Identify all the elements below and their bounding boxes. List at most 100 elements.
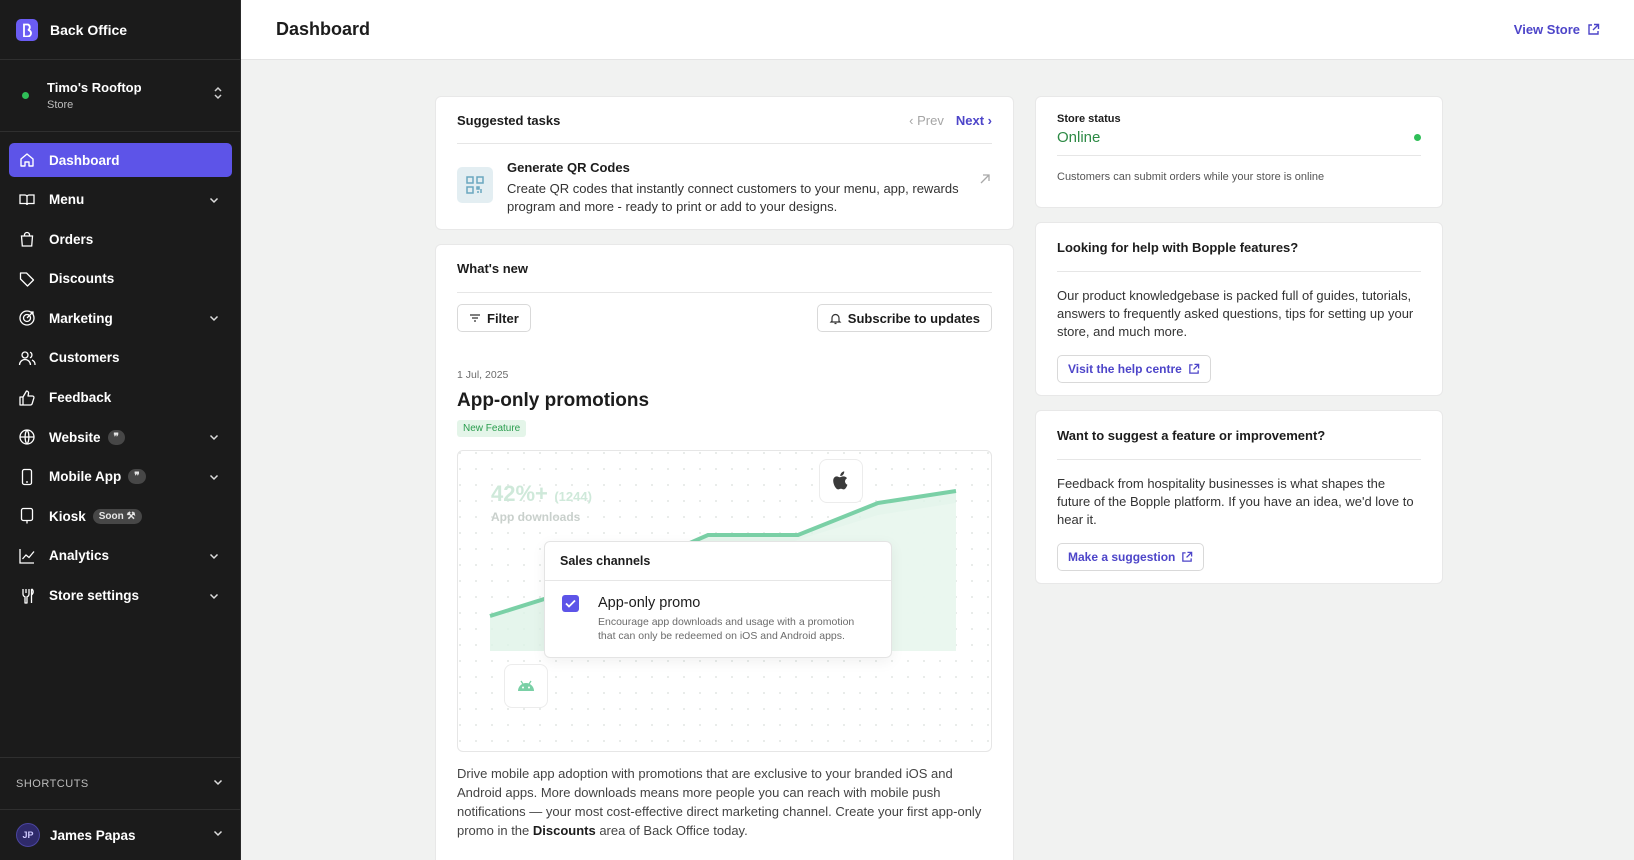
sidebar-item-analytics[interactable]: Analytics: [9, 539, 232, 573]
suggested-tasks-title: Suggested tasks: [457, 112, 561, 128]
tag-icon: [18, 270, 36, 288]
store-online-indicator: [22, 92, 29, 99]
task-item[interactable]: Generate QR Codes Create QR codes that i…: [436, 144, 1013, 216]
store-name: Timo's Rooftop: [47, 80, 142, 95]
suggest-feature-card: Want to suggest a feature or improvement…: [1035, 410, 1443, 584]
sidebar-item-website[interactable]: Website ❞: [9, 420, 232, 454]
sidebar-item-dashboard[interactable]: Dashboard: [9, 143, 232, 177]
shopping-bag-icon: [18, 230, 36, 248]
sidebar-item-label: Feedback: [49, 390, 112, 406]
filter-icon: [470, 314, 480, 322]
apple-icon: [819, 459, 863, 503]
help-title: Looking for help with Bopple features?: [1057, 239, 1299, 255]
filter-label: Filter: [487, 310, 519, 326]
smartphone-icon: [18, 468, 36, 486]
new-feature-badge: New Feature: [457, 420, 527, 437]
sidebar-item-label: Analytics: [49, 548, 110, 564]
main-nav: Dashboard Menu Orders Discounts Marketing Cus…: [0, 132, 240, 613]
sidebar-item-label: Marketing: [49, 310, 113, 326]
top-header: Dashboard View Store: [241, 0, 1634, 60]
sidebar-item-label: Store settings: [49, 588, 140, 604]
option-desc-1: Encourage app downloads and usage with a…: [598, 616, 855, 628]
suggested-tasks-card: Suggested tasks ‹ Prev Next › Generate Q…: [435, 96, 1014, 230]
sidebar-item-badge: ❞: [107, 429, 125, 445]
sidebar-item-marketing[interactable]: Marketing: [9, 301, 232, 335]
sidebar-item-menu[interactable]: Menu: [9, 183, 232, 217]
qr-code-icon: [457, 167, 493, 203]
sidebar-item-mobile-app[interactable]: Mobile App ❞: [9, 460, 232, 494]
view-store-link[interactable]: View Store: [1514, 22, 1600, 37]
chevron-down-icon: [206, 429, 222, 445]
globe-icon: [18, 428, 36, 446]
option-desc-2: that can only be redeemed on iOS and And…: [598, 630, 845, 642]
tablet-icon: [18, 507, 36, 525]
page-title: Dashboard: [276, 19, 371, 39]
user-name: James Papas: [50, 827, 136, 843]
post-body: Drive mobile app adoption with promotion…: [436, 752, 1013, 840]
sidebar-item-label: Discounts: [49, 271, 115, 287]
book-icon: [18, 191, 36, 209]
app-downloads-stat: 42%+ (1244) App downloads: [491, 481, 592, 524]
prev-button[interactable]: ‹ Prev: [909, 113, 944, 128]
bell-icon: [829, 313, 842, 324]
external-link-icon: [1189, 363, 1200, 374]
chevron-up-down-icon: [212, 85, 224, 106]
stat-value: 42%+: [491, 481, 548, 506]
stat-sub: (1244): [554, 489, 592, 504]
whats-new-card: What's new Filter Subscribe to updates 1…: [435, 244, 1014, 860]
users-icon: [18, 349, 36, 367]
sales-channels-panel: Sales channels App-only promo Encourage …: [544, 541, 892, 658]
sidebar-item-kiosk[interactable]: Kiosk Soon ⚒: [9, 499, 232, 533]
next-button[interactable]: Next ›: [956, 113, 992, 128]
sidebar-item-customers[interactable]: Customers: [9, 341, 232, 375]
sidebar-item-label: Kiosk: [49, 508, 86, 524]
shortcuts-label: SHORTCUTS: [16, 777, 89, 790]
task-pager: ‹ Prev Next ›: [909, 113, 992, 128]
sidebar-item-orders[interactable]: Orders: [9, 222, 232, 256]
sidebar-item-discounts[interactable]: Discounts: [9, 262, 232, 296]
filter-button[interactable]: Filter: [457, 304, 531, 332]
checkbox-checked-icon: [562, 595, 579, 612]
sidebar-item-label: Website: [49, 429, 101, 445]
stat-label: App downloads: [491, 510, 581, 524]
bopple-logo-icon: [16, 18, 38, 41]
next-label: Next: [955, 112, 985, 128]
task-title: Generate QR Codes: [507, 160, 630, 175]
sales-channels-title: Sales channels: [560, 554, 651, 568]
chevron-down-icon: [212, 776, 224, 791]
store-switcher[interactable]: Timo's Rooftop Store: [0, 60, 240, 132]
chevron-down-icon: [206, 192, 222, 208]
help-text: Our product knowledgebase is packed full…: [1057, 288, 1414, 339]
task-description: Create QR codes that instantly connect c…: [507, 181, 959, 214]
home-icon: [18, 151, 36, 169]
chevron-down-icon: [206, 588, 222, 604]
store-status-label: Store status: [1057, 113, 1121, 125]
sidebar-item-feedback[interactable]: Feedback: [9, 381, 232, 415]
visit-help-centre-button[interactable]: Visit the help centre: [1057, 355, 1211, 383]
feature-illustration: 42%+ (1244) App downloads Sales channels…: [457, 450, 992, 752]
make-suggestion-button[interactable]: Make a suggestion: [1057, 543, 1205, 571]
subscribe-button[interactable]: Subscribe to updates: [816, 304, 992, 332]
suggest-title: Want to suggest a feature or improvement…: [1057, 427, 1326, 443]
sidebar-item-label: Dashboard: [49, 152, 120, 168]
post-title: App-only promotions: [457, 390, 650, 411]
post-date: 1 Jul, 2025: [457, 369, 509, 381]
store-status-card: Store status Online Customers can submit…: [1035, 96, 1443, 208]
store-status-note: Customers can submit orders while your s…: [1057, 171, 1325, 183]
sidebar-item-badge: Soon ⚒: [92, 508, 142, 524]
shortcuts-section[interactable]: SHORTCUTS: [0, 757, 240, 809]
discounts-link-text: Discounts: [532, 823, 596, 838]
external-link-icon: [1182, 551, 1193, 562]
avatar: JP: [16, 823, 40, 847]
user-menu[interactable]: JP James Papas: [0, 809, 240, 860]
sidebar-item-store-settings[interactable]: Store settings: [9, 579, 232, 613]
external-link-icon: [1588, 23, 1600, 35]
thumbs-up-icon: [18, 389, 36, 407]
visit-help-centre-label: Visit the help centre: [1068, 362, 1182, 376]
brand[interactable]: Back Office: [0, 0, 240, 60]
sidebar-item-label: Mobile App: [49, 469, 122, 485]
help-card: Looking for help with Bopple features? O…: [1035, 222, 1443, 396]
brand-name: Back Office: [50, 21, 128, 38]
arrow-up-right-icon: [978, 172, 992, 216]
online-status-dot: [1414, 134, 1421, 141]
